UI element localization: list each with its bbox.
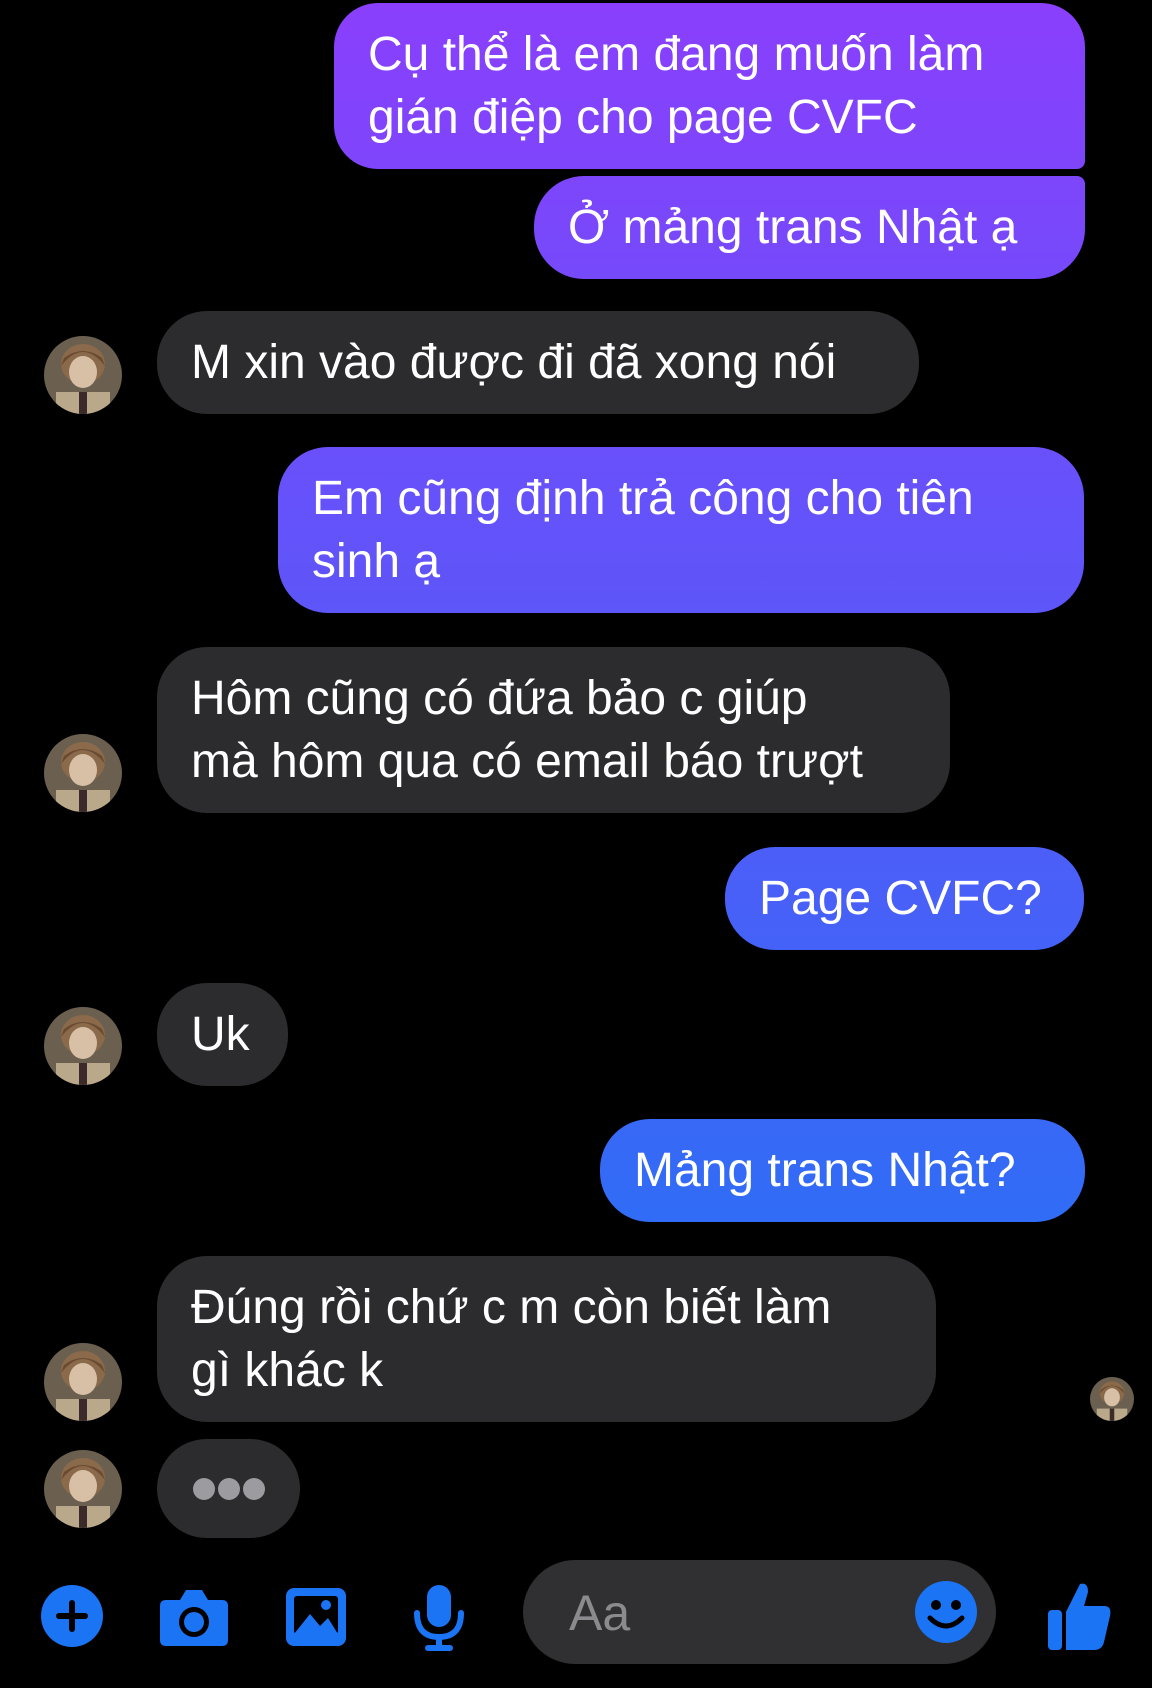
outgoing-message[interactable]: Mảng trans Nhật? (600, 1119, 1085, 1222)
avatar-image (44, 1007, 122, 1085)
message-line: Em cũng định trả công cho tiên (312, 472, 974, 525)
contact-avatar[interactable] (44, 734, 122, 812)
incoming-message[interactable]: Hôm cũng có đứa bảo c giúp mà hôm qua có… (157, 647, 950, 813)
message-line: M xin vào được đi đã xong nói (191, 336, 837, 389)
contact-avatar[interactable] (44, 1450, 122, 1528)
typing-dot (193, 1478, 215, 1500)
contact-avatar[interactable] (44, 336, 122, 414)
outgoing-message[interactable]: Cụ thể là em đang muốn làm gián điệp cho… (334, 3, 1085, 169)
typing-dot (218, 1478, 240, 1500)
message-line: Cụ thể là em đang muốn làm (368, 28, 985, 81)
message-line: Hôm cũng có đứa bảo c giúp (191, 672, 808, 725)
message-line: Mảng trans Nhật? (634, 1144, 1016, 1197)
seen-receipt-avatar (1090, 1377, 1134, 1421)
contact-avatar[interactable] (44, 1343, 122, 1421)
avatar-image (44, 1450, 122, 1528)
contact-avatar[interactable] (44, 1007, 122, 1085)
typing-dot (243, 1478, 265, 1500)
gallery-icon[interactable] (284, 1586, 348, 1648)
incoming-message[interactable]: M xin vào được đi đã xong nói (157, 311, 919, 414)
incoming-message[interactable]: Uk (157, 983, 288, 1086)
message-line: gián điệp cho page CVFC (368, 91, 918, 144)
message-line: mà hôm qua có email báo trượt (191, 735, 863, 788)
outgoing-message[interactable]: Page CVFC? (725, 847, 1084, 950)
message-line: Ở mảng trans Nhật ạ (568, 201, 1018, 254)
plus-icon[interactable] (40, 1584, 104, 1648)
microphone-icon[interactable] (413, 1583, 465, 1653)
typing-indicator (157, 1439, 300, 1538)
avatar-image (44, 1343, 122, 1421)
message-composer[interactable] (523, 1560, 996, 1664)
emoji-icon[interactable] (914, 1580, 978, 1644)
message-line: gì khác k (191, 1344, 384, 1397)
incoming-message[interactable]: Đúng rồi chứ c m còn biết làm gì khác k (157, 1256, 936, 1422)
message-line: sinh ạ (312, 535, 441, 588)
avatar-image (1090, 1377, 1134, 1421)
camera-icon[interactable] (158, 1586, 230, 1648)
thumbs-up-icon[interactable] (1046, 1580, 1112, 1652)
message-input[interactable] (567, 1582, 911, 1644)
outgoing-message[interactable]: Ở mảng trans Nhật ạ (534, 176, 1085, 279)
avatar-image (44, 336, 122, 414)
outgoing-message[interactable]: Em cũng định trả công cho tiên sinh ạ (278, 447, 1084, 613)
message-line: Page CVFC? (759, 872, 1042, 925)
message-line: Uk (191, 1008, 250, 1061)
avatar-image (44, 734, 122, 812)
message-line: Đúng rồi chứ c m còn biết làm (191, 1281, 832, 1334)
